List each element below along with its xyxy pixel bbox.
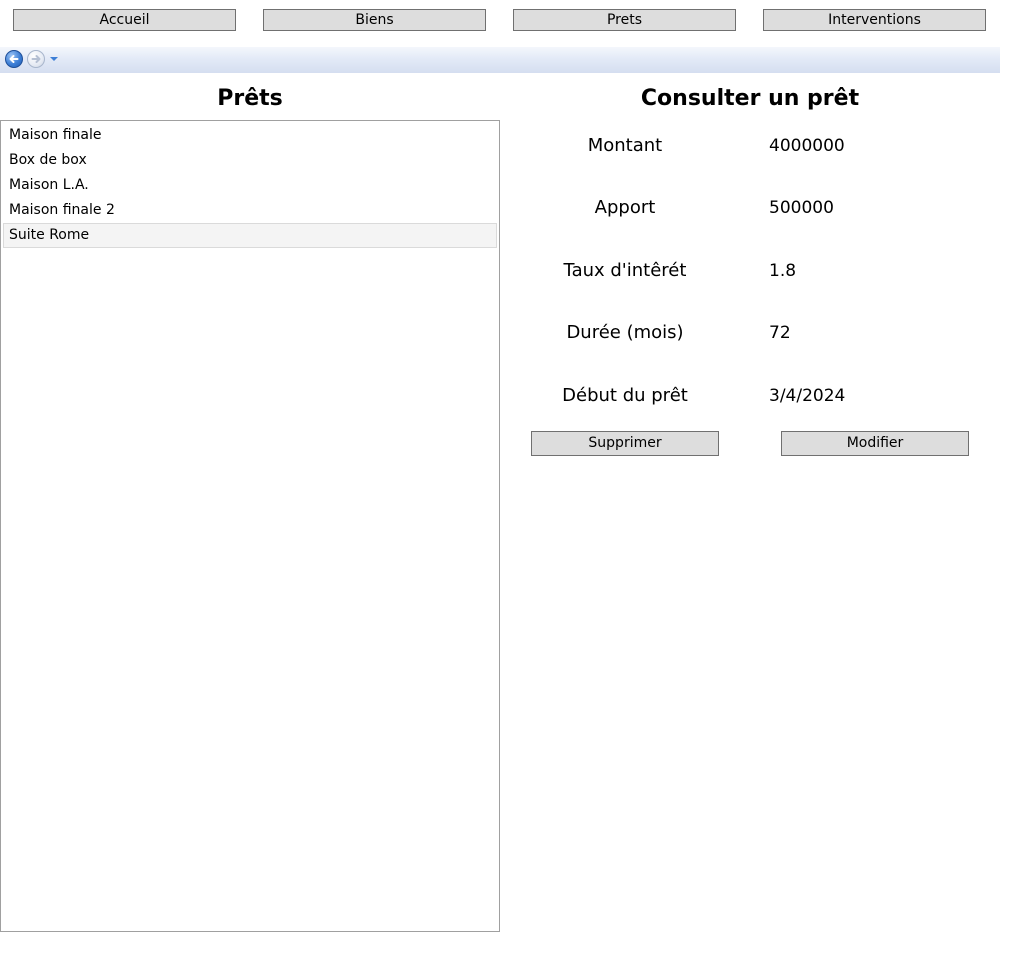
delete-button[interactable]: Supprimer <box>531 431 719 456</box>
interest-rate-value: 1.8 <box>769 261 797 281</box>
nav-assets-button[interactable]: Biens <box>263 9 486 31</box>
nav-loans-button[interactable]: Prets <box>513 9 736 31</box>
nav-home-button[interactable]: Accueil <box>13 9 236 31</box>
navigation-bar <box>0 47 1000 73</box>
forward-arrow-icon[interactable] <box>27 50 45 68</box>
list-item[interactable]: Maison finale <box>3 123 497 148</box>
list-item[interactable]: Maison L.A. <box>3 173 497 198</box>
chevron-down-icon[interactable] <box>50 57 58 61</box>
down-payment-value: 500000 <box>769 198 834 218</box>
down-payment-label: Apport <box>594 197 656 218</box>
loan-detail-title: Consulter un prêt <box>640 86 860 111</box>
nav-interventions-button[interactable]: Interventions <box>763 9 986 31</box>
loans-list-title: Prêts <box>217 86 283 111</box>
back-arrow-icon[interactable] <box>5 50 23 68</box>
list-item[interactable]: Maison finale 2 <box>3 198 497 223</box>
amount-label: Montant <box>587 135 663 156</box>
interest-rate-label: Taux d'intêrét <box>563 260 687 281</box>
duration-label: Durée (mois) <box>566 322 684 343</box>
edit-button[interactable]: Modifier <box>781 431 969 456</box>
start-date-value: 3/4/2024 <box>769 386 846 406</box>
duration-value: 72 <box>769 323 791 343</box>
amount-value: 4000000 <box>769 136 845 156</box>
loans-list[interactable]: Maison finale Box de box Maison L.A. Maison… <box>0 120 500 932</box>
list-item[interactable]: Box de box <box>3 148 497 173</box>
list-item[interactable]: Suite Rome <box>3 223 497 248</box>
start-date-label: Début du prêt <box>562 385 688 406</box>
